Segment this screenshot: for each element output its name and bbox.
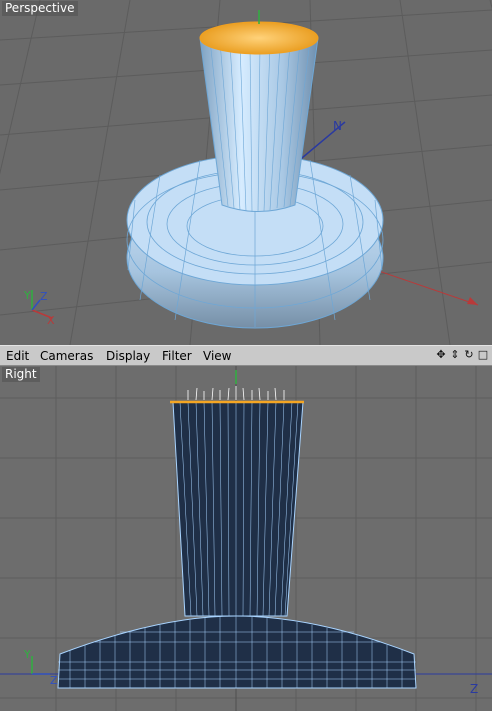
view-navigation-icons: ✥ ⇕ ↻ □ — [435, 348, 489, 364]
menu-cameras[interactable]: Cameras — [38, 348, 95, 364]
persp-axis-y-label: Y — [23, 289, 31, 302]
rotate-view-icon[interactable]: ↻ — [463, 348, 475, 362]
right-viewport[interactable]: Z Y Z Right — [0, 366, 492, 711]
right-axis-y-label: Y — [23, 648, 31, 661]
menu-filter[interactable]: Filter — [160, 348, 194, 364]
menu-display[interactable]: Display — [104, 348, 152, 364]
menu-view[interactable]: View — [201, 348, 233, 364]
perspective-viewport[interactable]: N Y Z X Perspective — [0, 0, 492, 345]
perspective-scene[interactable]: N Y Z X — [0, 0, 492, 345]
persp-axis-z-label: Z — [40, 290, 48, 303]
selected-top-cap — [199, 21, 319, 55]
world-z-axis-label: N — [333, 119, 342, 133]
vase-neck-side-mesh — [172, 401, 304, 617]
move-view-icon[interactable]: ✥ — [435, 348, 447, 362]
vase-base-side-mesh — [57, 615, 417, 689]
persp-axis-gizmo: Y Z X — [23, 289, 55, 327]
world-x-axis-arrow — [467, 297, 478, 305]
menu-edit[interactable]: Edit — [4, 348, 31, 364]
right-world-z-axis-label: Z — [470, 682, 478, 696]
zoom-view-icon[interactable]: ⇕ — [449, 348, 461, 362]
right-axis-z-label: Z — [50, 674, 58, 687]
persp-axis-x-label: X — [47, 314, 55, 327]
right-viewport-label: Right — [2, 367, 40, 382]
perspective-viewport-label: Perspective — [2, 1, 78, 16]
right-axis-gizmo: Y Z — [23, 648, 58, 687]
right-scene[interactable]: Z Y Z — [0, 366, 492, 711]
maximize-view-icon[interactable]: □ — [477, 348, 489, 362]
world-x-axis-line — [369, 267, 479, 306]
viewport-menubar: Edit Cameras Display Filter View ✥ ⇕ ↻ □ — [0, 345, 492, 366]
